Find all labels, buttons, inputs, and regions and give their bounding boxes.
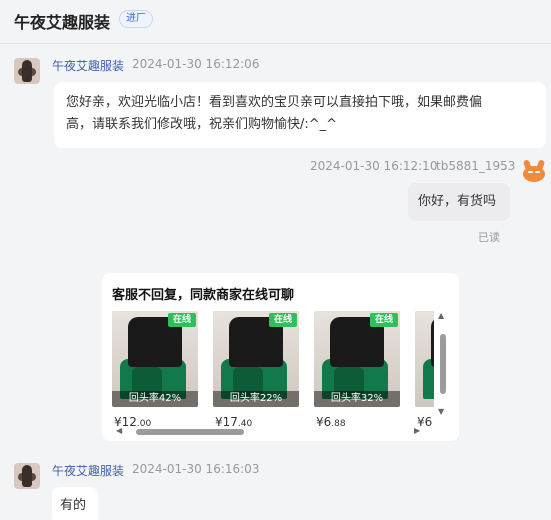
message-time: 2024-01-30 16:12:10 bbox=[310, 159, 438, 173]
online-badge: 在线 bbox=[268, 313, 297, 327]
return-rate: 回头率42% bbox=[112, 391, 198, 407]
return-rate: 回头率22% bbox=[213, 391, 299, 407]
shop-title: 午夜艾趣服装 bbox=[14, 13, 111, 32]
devil-emoji-icon[interactable] bbox=[521, 159, 547, 186]
message-text: 你好，有货吗 bbox=[418, 194, 497, 209]
message-bubble: 您好亲，欢迎光临小店！看到喜欢的宝贝亲可以直接拍下哦，如果邮费偏 高，请联系我们… bbox=[54, 82, 546, 148]
scroll-left-icon[interactable]: ◀ bbox=[116, 426, 122, 435]
shop-avatar-icon[interactable] bbox=[14, 58, 40, 84]
horizontal-scroll-thumb[interactable] bbox=[136, 429, 244, 435]
scroll-up-icon[interactable]: ▲ bbox=[438, 311, 444, 320]
read-status: 已读 bbox=[478, 231, 500, 244]
message-bubble: 你好，有货吗 bbox=[408, 183, 510, 221]
product-image[interactable] bbox=[415, 311, 434, 407]
recommend-card: 客服不回复，同款商家在线可聊 在线 回头率42% ¥12.00 在线 回头率22… bbox=[102, 273, 459, 441]
message-time: 2024-01-30 16:16:03 bbox=[132, 462, 260, 476]
message-text-line: 高，请联系我们修改哦，祝亲们购物愉快/:^_^ bbox=[66, 117, 338, 132]
horizontal-scrollbar[interactable]: ◀ ▶ bbox=[116, 426, 422, 437]
scroll-down-icon[interactable]: ▼ bbox=[438, 407, 444, 416]
online-badge: 在线 bbox=[167, 313, 196, 327]
shop-tag-badge[interactable]: 进厂 bbox=[119, 10, 153, 28]
message-text: 有的 bbox=[60, 498, 87, 513]
vertical-scroll-thumb[interactable] bbox=[440, 334, 446, 394]
message-bubble: 有的 bbox=[52, 487, 98, 520]
chat-header: 午夜艾趣服装 进厂 bbox=[0, 0, 551, 44]
message-sender[interactable]: 午夜艾趣服装 bbox=[52, 57, 124, 74]
message-time: 2024-01-30 16:12:06 bbox=[132, 57, 260, 71]
recommend-card-title: 客服不回复，同款商家在线可聊 bbox=[112, 288, 295, 303]
product-image[interactable]: 在线 回头率42% bbox=[112, 311, 198, 407]
vertical-scrollbar[interactable]: ▲ ▼ bbox=[438, 311, 448, 417]
message-text-line: 您好亲，欢迎光临小店！看到喜欢的宝贝亲可以直接拍下哦，如果邮费偏 bbox=[66, 95, 483, 110]
scroll-right-icon[interactable]: ▶ bbox=[414, 426, 420, 435]
return-rate: 回头率32% bbox=[314, 391, 400, 407]
message-sender: tb5881_1953 bbox=[436, 159, 516, 173]
product-list: 在线 回头率42% ¥12.00 在线 回头率22% ¥17.40 在线 回头率… bbox=[112, 311, 434, 427]
shop-avatar-icon[interactable] bbox=[14, 463, 40, 489]
product-image[interactable]: 在线 回头率22% bbox=[213, 311, 299, 407]
message-sender[interactable]: 午夜艾趣服装 bbox=[52, 462, 124, 479]
product-price: ¥6.88 bbox=[316, 415, 346, 427]
product-image[interactable]: 在线 回头率32% bbox=[314, 311, 400, 407]
product-price: ¥17.40 bbox=[215, 415, 253, 427]
online-badge: 在线 bbox=[369, 313, 398, 327]
